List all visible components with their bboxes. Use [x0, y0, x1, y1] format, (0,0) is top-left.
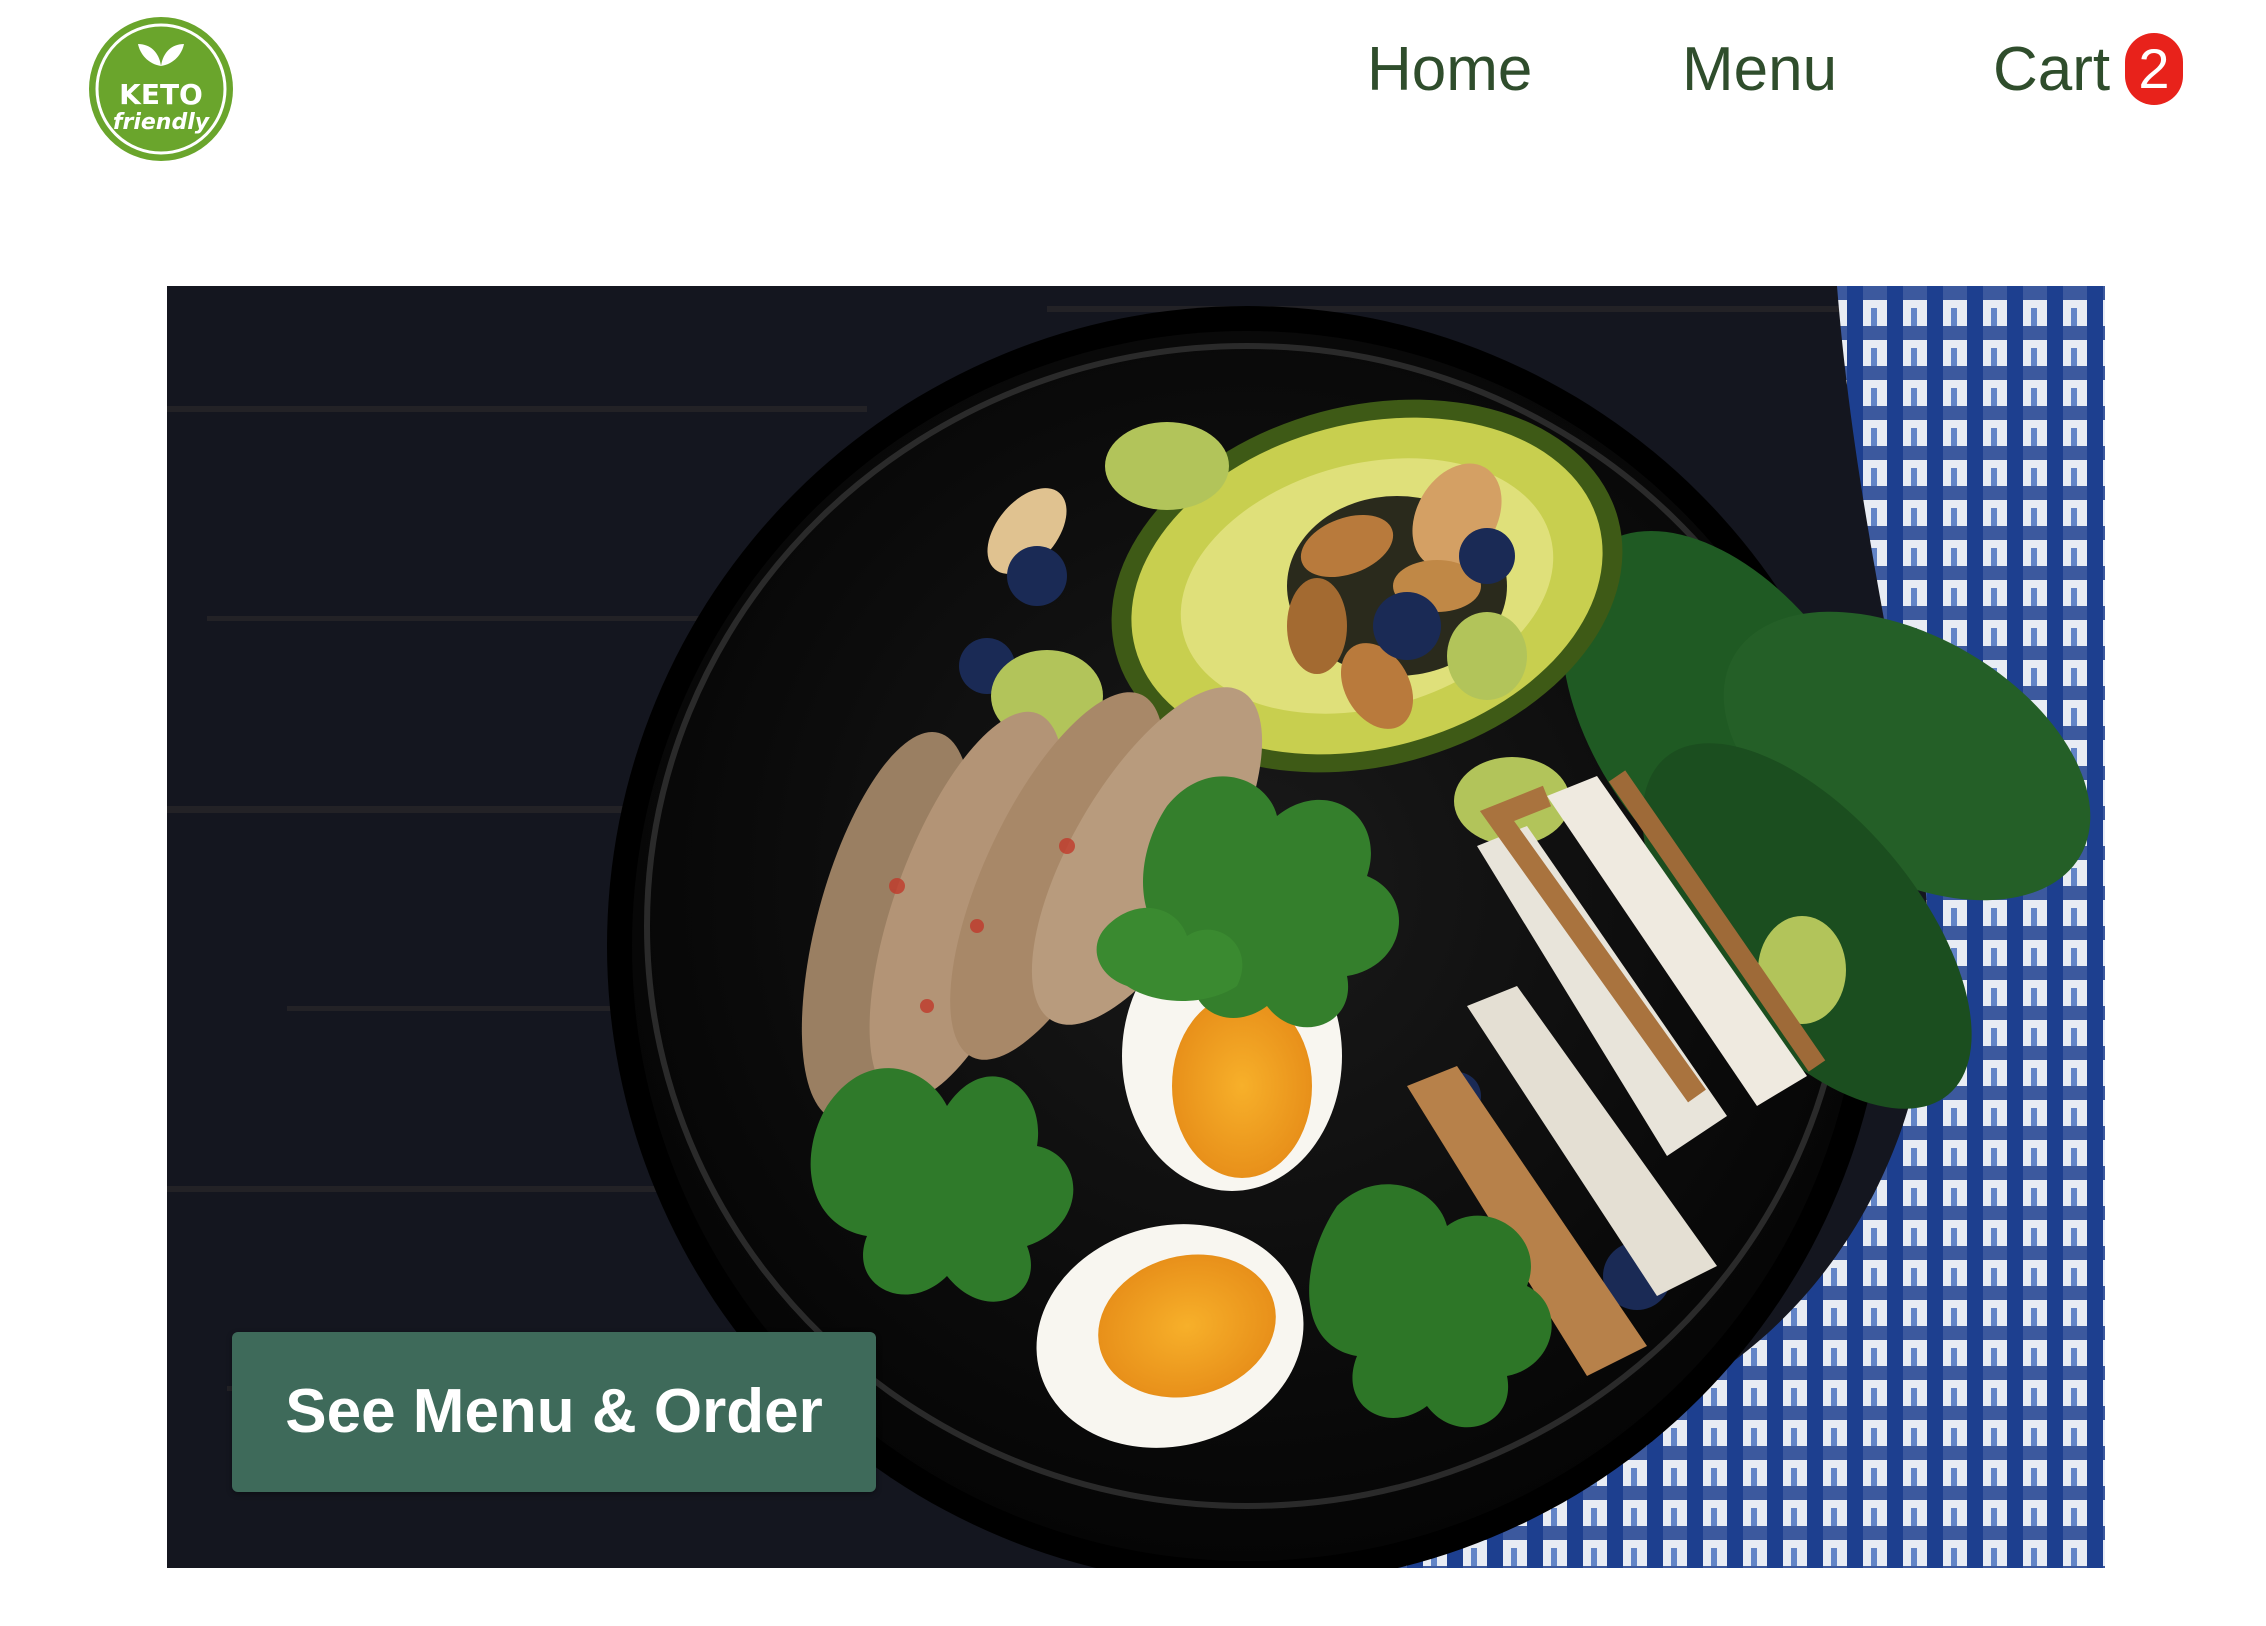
svg-text:friendly: friendly: [113, 110, 211, 135]
nav-home-link[interactable]: Home: [1367, 30, 1532, 110]
nav-cart-link[interactable]: Cart: [1993, 30, 2110, 110]
keto-friendly-logo[interactable]: KETO friendly: [86, 14, 236, 164]
see-menu-order-button[interactable]: See Menu & Order: [232, 1332, 876, 1492]
nav-menu-link[interactable]: Menu: [1682, 30, 1837, 110]
hero-banner: See Menu & Order: [167, 286, 2105, 1568]
svg-text:KETO: KETO: [119, 78, 203, 111]
cart-count-badge[interactable]: 2: [2125, 33, 2183, 105]
site-header: KETO friendly Home Menu Cart 2: [0, 0, 2266, 200]
logo-icon: KETO friendly: [89, 17, 233, 161]
